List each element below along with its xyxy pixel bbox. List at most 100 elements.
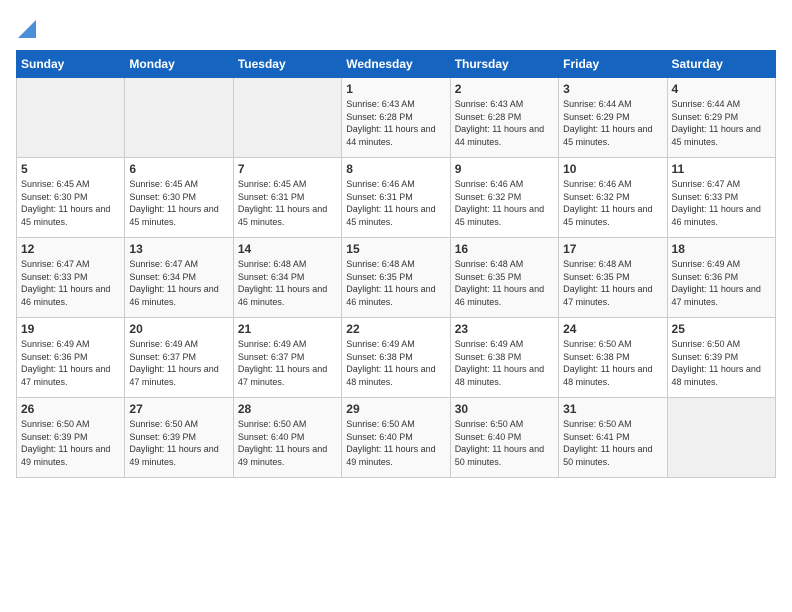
day-number: 3 [563,82,662,96]
cell-content: Sunrise: 6:46 AMSunset: 6:31 PMDaylight:… [346,178,445,228]
cell-content: Sunrise: 6:50 AMSunset: 6:39 PMDaylight:… [672,338,771,388]
cell-content: Sunrise: 6:44 AMSunset: 6:29 PMDaylight:… [672,98,771,148]
calendar-cell: 1 Sunrise: 6:43 AMSunset: 6:28 PMDaylight… [342,78,450,158]
calendar-cell: 23 Sunrise: 6:49 AMSunset: 6:38 PMDayligh… [450,318,558,398]
cell-content: Sunrise: 6:50 AMSunset: 6:40 PMDaylight:… [238,418,337,468]
day-number: 13 [129,242,228,256]
day-number: 23 [455,322,554,336]
calendar-cell: 10 Sunrise: 6:46 AMSunset: 6:32 PMDayligh… [559,158,667,238]
header-saturday: Saturday [667,51,775,78]
logo [16,16,36,38]
day-number: 12 [21,242,120,256]
day-number: 1 [346,82,445,96]
calendar-cell: 31 Sunrise: 6:50 AMSunset: 6:41 PMDayligh… [559,398,667,478]
cell-content: Sunrise: 6:50 AMSunset: 6:38 PMDaylight:… [563,338,662,388]
calendar-cell: 29 Sunrise: 6:50 AMSunset: 6:40 PMDayligh… [342,398,450,478]
calendar-cell: 2Sunrise: 6:43 AMSunset: 6:28 PMDaylight… [450,78,558,158]
cell-content: Sunrise: 6:49 AMSunset: 6:36 PMDaylight:… [672,258,771,308]
day-number: 10 [563,162,662,176]
calendar-cell: 21Sunrise: 6:49 AMSunset: 6:37 PMDayligh… [233,318,341,398]
calendar-cell: 28 Sunrise: 6:50 AMSunset: 6:40 PMDayligh… [233,398,341,478]
day-number: 4 [672,82,771,96]
calendar-cell: 14 Sunrise: 6:48 AMSunset: 6:34 PMDayligh… [233,238,341,318]
cell-content: Sunrise: 6:49 AMSunset: 6:37 PMDaylight:… [238,338,337,388]
day-number: 5 [21,162,120,176]
calendar-cell: 19Sunrise: 6:49 AMSunset: 6:36 PMDayligh… [17,318,125,398]
week-row-4: 19Sunrise: 6:49 AMSunset: 6:36 PMDayligh… [17,318,776,398]
cell-content: Sunrise: 6:46 AMSunset: 6:32 PMDaylight:… [455,178,554,228]
calendar-cell: 24 Sunrise: 6:50 AMSunset: 6:38 PMDayligh… [559,318,667,398]
calendar-cell: 22 Sunrise: 6:49 AMSunset: 6:38 PMDayligh… [342,318,450,398]
day-number: 20 [129,322,228,336]
day-number: 14 [238,242,337,256]
calendar-cell: 13 Sunrise: 6:47 AMSunset: 6:34 PMDayligh… [125,238,233,318]
cell-content: Sunrise: 6:47 AMSunset: 6:33 PMDaylight:… [672,178,771,228]
cell-content: Sunrise: 6:50 AMSunset: 6:40 PMDaylight:… [346,418,445,468]
calendar-cell [125,78,233,158]
calendar-cell: 17Sunrise: 6:48 AMSunset: 6:35 PMDayligh… [559,238,667,318]
header-monday: Monday [125,51,233,78]
day-number: 8 [346,162,445,176]
day-number: 7 [238,162,337,176]
cell-content: Sunrise: 6:45 AMSunset: 6:31 PMDaylight:… [238,178,337,228]
day-number: 9 [455,162,554,176]
calendar-cell: 25 Sunrise: 6:50 AMSunset: 6:39 PMDayligh… [667,318,775,398]
day-number: 26 [21,402,120,416]
calendar-cell: 5Sunrise: 6:45 AMSunset: 6:30 PMDaylight… [17,158,125,238]
cell-content: Sunrise: 6:49 AMSunset: 6:36 PMDaylight:… [21,338,120,388]
calendar-header-row: SundayMondayTuesdayWednesdayThursdayFrid… [17,51,776,78]
calendar-cell: 16 Sunrise: 6:48 AMSunset: 6:35 PMDayligh… [450,238,558,318]
calendar-cell: 15 Sunrise: 6:48 AMSunset: 6:35 PMDayligh… [342,238,450,318]
cell-content: Sunrise: 6:45 AMSunset: 6:30 PMDaylight:… [129,178,228,228]
day-number: 18 [672,242,771,256]
day-number: 29 [346,402,445,416]
week-row-2: 5 Sunrise: 6:45 AMSunset: 6:30 PMDaylight… [17,158,776,238]
cell-content: Sunrise: 6:48 AMSunset: 6:35 PMDaylight:… [346,258,445,308]
calendar-cell: 26 Sunrise: 6:50 AMSunset: 6:39 PMDayligh… [17,398,125,478]
cell-content: Sunrise: 6:49 AMSunset: 6:38 PMDaylight:… [346,338,445,388]
calendar-cell: 6 Sunrise: 6:45 AMSunset: 6:30 PMDaylight… [125,158,233,238]
cell-content: Sunrise: 6:48 AMSunset: 6:35 PMDaylight:… [455,258,554,308]
day-number: 24 [563,322,662,336]
cell-content: Sunrise: 6:50 AMSunset: 6:41 PMDaylight:… [563,418,662,468]
cell-content: Sunrise: 6:46 AMSunset: 6:32 PMDaylight:… [563,178,662,228]
header-sunday: Sunday [17,51,125,78]
day-number: 15 [346,242,445,256]
calendar-cell [667,398,775,478]
cell-content: Sunrise: 6:44 AMSunset: 6:29 PMDaylight:… [563,98,662,148]
day-number: 31 [563,402,662,416]
day-number: 28 [238,402,337,416]
header-friday: Friday [559,51,667,78]
cell-content: Sunrise: 6:50 AMSunset: 6:39 PMDaylight:… [21,418,120,468]
page-header [16,16,776,38]
week-row-5: 26 Sunrise: 6:50 AMSunset: 6:39 PMDayligh… [17,398,776,478]
calendar-cell [17,78,125,158]
header-tuesday: Tuesday [233,51,341,78]
cell-content: Sunrise: 6:50 AMSunset: 6:39 PMDaylight:… [129,418,228,468]
day-number: 22 [346,322,445,336]
calendar-cell: 18 Sunrise: 6:49 AMSunset: 6:36 PMDayligh… [667,238,775,318]
week-row-3: 12Sunrise: 6:47 AMSunset: 6:33 PMDayligh… [17,238,776,318]
day-number: 17 [563,242,662,256]
calendar-cell: 8 Sunrise: 6:46 AMSunset: 6:31 PMDaylight… [342,158,450,238]
week-row-1: 1 Sunrise: 6:43 AMSunset: 6:28 PMDaylight… [17,78,776,158]
cell-content: Sunrise: 6:49 AMSunset: 6:38 PMDaylight:… [455,338,554,388]
calendar-cell: 30 Sunrise: 6:50 AMSunset: 6:40 PMDayligh… [450,398,558,478]
day-number: 30 [455,402,554,416]
calendar-table: SundayMondayTuesdayWednesdayThursdayFrid… [16,50,776,478]
day-number: 6 [129,162,228,176]
header-wednesday: Wednesday [342,51,450,78]
day-number: 16 [455,242,554,256]
day-number: 25 [672,322,771,336]
calendar-cell: 20Sunrise: 6:49 AMSunset: 6:37 PMDayligh… [125,318,233,398]
cell-content: Sunrise: 6:50 AMSunset: 6:40 PMDaylight:… [455,418,554,468]
calendar-cell: 7 Sunrise: 6:45 AMSunset: 6:31 PMDaylight… [233,158,341,238]
cell-content: Sunrise: 6:43 AMSunset: 6:28 PMDaylight:… [346,98,445,148]
cell-content: Sunrise: 6:47 AMSunset: 6:34 PMDaylight:… [129,258,228,308]
calendar-cell: 9 Sunrise: 6:46 AMSunset: 6:32 PMDaylight… [450,158,558,238]
header-thursday: Thursday [450,51,558,78]
day-number: 11 [672,162,771,176]
calendar-cell: 4 Sunrise: 6:44 AMSunset: 6:29 PMDaylight… [667,78,775,158]
cell-content: Sunrise: 6:48 AMSunset: 6:34 PMDaylight:… [238,258,337,308]
cell-content: Sunrise: 6:43 AMSunset: 6:28 PMDaylight:… [455,98,554,148]
